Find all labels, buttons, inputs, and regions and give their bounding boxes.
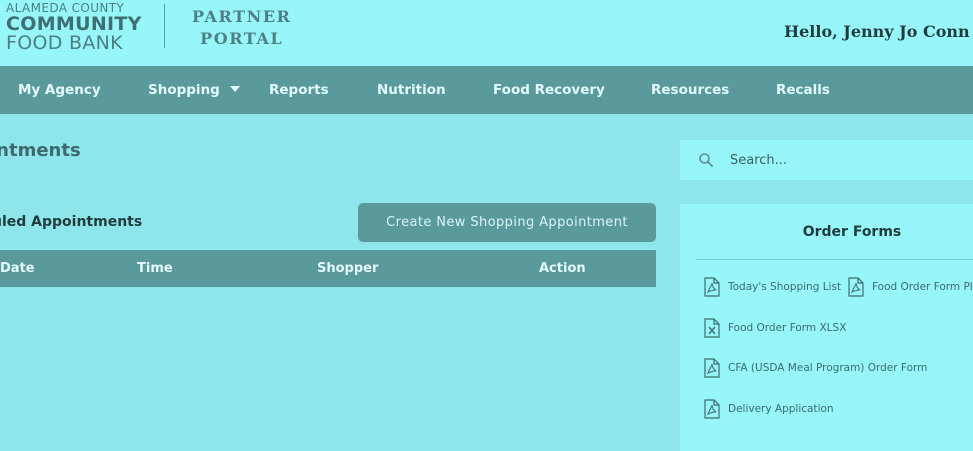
main-nav: My Agency Shopping Reports Nutrition Foo…	[0, 66, 973, 114]
column-header-action: Action	[539, 261, 586, 276]
nav-item-resources[interactable]: Resources	[651, 66, 729, 114]
logo-line-3: FOOD BANK	[6, 32, 123, 54]
pdf-file-icon	[704, 399, 720, 419]
form-link-label: Today's Shopping List	[728, 281, 842, 293]
form-link-label: Delivery Application	[728, 403, 834, 415]
column-header-shopper[interactable]: Shopper	[317, 250, 378, 287]
portal-line-1: PARTNER	[192, 7, 292, 26]
form-link-label: CFA (USDA Meal Program) Order Form	[728, 362, 928, 374]
form-link-cfa-order-form[interactable]: CFA (USDA Meal Program) Order Form	[704, 358, 927, 378]
nav-label: Nutrition	[377, 82, 446, 98]
pdf-file-icon	[704, 277, 720, 297]
search-input[interactable]	[730, 140, 970, 180]
order-forms-title: Order Forms	[802, 224, 902, 240]
nav-item-nutrition[interactable]: Nutrition	[377, 66, 446, 114]
excel-file-icon	[704, 318, 720, 338]
section-title: uled Appointments	[0, 214, 143, 230]
order-forms-divider	[696, 259, 973, 260]
column-header-date[interactable]: Date	[0, 250, 35, 287]
chevron-down-icon	[229, 86, 240, 92]
nav-label: My Agency	[18, 82, 101, 98]
form-link-food-order-form-xlsx[interactable]: Food Order Form XLSX	[704, 318, 846, 338]
form-link-label: Food Order Form Pl	[872, 281, 973, 293]
page-title: intments	[0, 140, 81, 161]
nav-item-reports[interactable]: Reports	[269, 66, 329, 114]
search-icon[interactable]	[698, 152, 714, 168]
user-greeting: Hello, Jenny Jo Conn	[784, 22, 970, 41]
appointments-table-header: Date Time Shopper Action	[0, 250, 656, 287]
nav-label: Resources	[651, 82, 730, 98]
logo-divider	[164, 4, 165, 48]
portal-line-2: PORTAL	[200, 29, 284, 48]
form-link-delivery-application[interactable]: Delivery Application	[704, 399, 834, 419]
create-appointment-button[interactable]: Create New Shopping Appointment	[358, 203, 656, 242]
pdf-file-icon	[704, 358, 720, 378]
partner-portal-title: PARTNER PORTAL	[192, 6, 292, 50]
nav-label: Food Recovery	[493, 82, 605, 98]
nav-item-food-recovery[interactable]: Food Recovery	[493, 66, 605, 114]
form-link-label: Food Order Form XLSX	[728, 322, 847, 334]
nav-label: Reports	[269, 82, 329, 98]
nav-item-shopping[interactable]: Shopping	[148, 66, 240, 114]
search-box	[680, 140, 973, 180]
site-header: ALAMEDA COUNTY COMMUNITY FOOD BANK PARTN…	[0, 0, 973, 66]
nav-label: Recalls	[776, 82, 830, 98]
form-link-todays-shopping-list[interactable]: Today's Shopping List	[704, 277, 841, 297]
nav-item-recalls[interactable]: Recalls	[776, 66, 830, 114]
nav-item-my-agency[interactable]: My Agency	[18, 66, 101, 114]
order-forms-panel: Order Forms Today's Shopping List Food O…	[680, 204, 973, 451]
nav-label: Shopping	[148, 82, 220, 98]
food-bank-logo[interactable]: ALAMEDA COUNTY COMMUNITY FOOD BANK	[6, 2, 142, 53]
column-header-time[interactable]: Time	[137, 250, 173, 287]
pdf-file-icon	[848, 277, 864, 297]
form-link-food-order-form-pdf[interactable]: Food Order Form Pl	[848, 277, 973, 297]
